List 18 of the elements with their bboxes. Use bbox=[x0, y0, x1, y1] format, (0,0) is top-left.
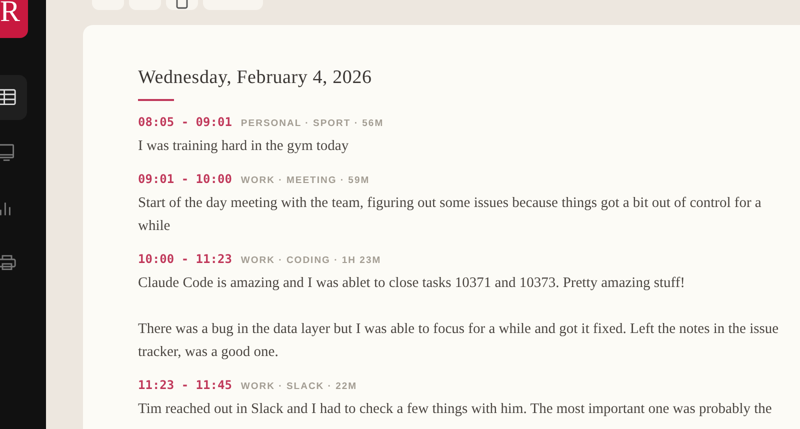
entry-meta: PERSONAL · SPORT · 56M bbox=[240, 118, 384, 129]
day-title: Wednesday, February 4, 2026 bbox=[138, 67, 373, 89]
entry-text: I was training hard in the gym today bbox=[138, 137, 350, 156]
entry-text: Tim reached out in Slack and I had to check a few things with him. The most important one was probably the bbox=[138, 400, 773, 419]
entry-text: Start of the day meeting with the team, figuring out some issues because things got a bit out of control for a while bbox=[138, 194, 762, 236]
app-logo[interactable]: R bbox=[0, 0, 28, 38]
time-range: 08:05 - 09:01 bbox=[138, 115, 232, 129]
entry-meta: WORK · SLACK · 22M bbox=[240, 381, 358, 392]
time-range: 10:00 - 11:23 bbox=[138, 252, 232, 266]
entry-meta: WORK · MEETING · 59M bbox=[240, 175, 370, 186]
entry-text: There was a bug in the data layer but I was able to focus for a while and got it fixed. Left the notes in the issue tracker, was a good one. bbox=[138, 320, 780, 362]
printer-icon bbox=[0, 254, 16, 272]
table-icon bbox=[0, 88, 16, 106]
time-range: 09:01 - 10:00 bbox=[138, 172, 232, 186]
entry-meta: WORK · CODING · 1H 23M bbox=[240, 255, 382, 266]
time-range: 11:23 - 11:45 bbox=[138, 378, 232, 392]
entry-text: Claude Code is amazing and I was ablet to close tasks 10371 and 10373. Pretty amazing stuff! bbox=[138, 274, 686, 293]
monitor-icon bbox=[0, 144, 16, 162]
